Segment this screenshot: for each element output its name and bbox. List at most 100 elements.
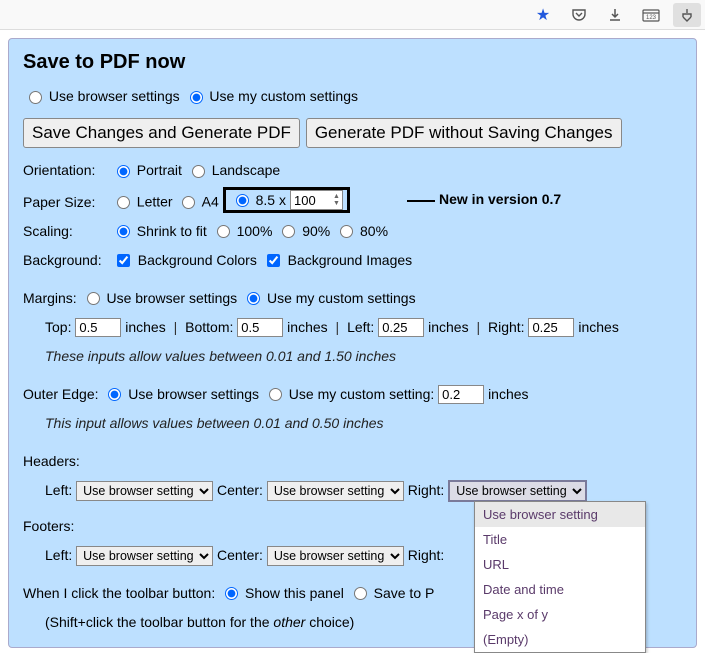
mode-browser-radio[interactable] (29, 91, 42, 104)
paper-custom-radio[interactable] (236, 194, 249, 207)
outer-label: Outer Edge: (23, 386, 99, 402)
landscape-label: Landscape (212, 162, 281, 178)
paper-custom-spinner[interactable]: ▲▼ (290, 190, 343, 210)
scale-shrink-label: Shrink to fit (137, 223, 207, 239)
unit-label: inches (125, 319, 165, 335)
header-right-dropdown[interactable]: Use browser setting Title URL Date and t… (474, 501, 646, 653)
dropdown-item[interactable]: Page x of y (475, 602, 645, 627)
dropdown-item[interactable]: (Empty) (475, 627, 645, 652)
callout-line (407, 200, 435, 202)
header-left-label: Left: (45, 482, 72, 498)
pocket-icon[interactable] (565, 3, 593, 27)
margin-left-input[interactable] (378, 318, 424, 337)
header-left-select[interactable]: Use browser setting (76, 481, 213, 501)
callout-text: New in version 0.7 (439, 191, 561, 207)
margins-label: Margins: (23, 290, 77, 306)
unit-label: inches (488, 386, 528, 402)
unit-label: inches (287, 319, 327, 335)
header-center-select[interactable]: Use browser setting (267, 481, 404, 501)
panel-title: Save to PDF now (23, 51, 682, 74)
footer-left-select[interactable]: Use browser setting (76, 546, 213, 566)
background-row: Background: Background Colors Background… (23, 248, 682, 272)
margin-top-label: Top: (45, 319, 71, 335)
margin-bottom-input[interactable] (237, 318, 283, 337)
outer-edge-row: Outer Edge: Use browser settings Use my … (23, 382, 682, 406)
dropdown-item[interactable]: Title (475, 527, 645, 552)
mode-custom-radio[interactable] (190, 91, 203, 104)
bg-images-checkbox[interactable] (267, 254, 280, 267)
margins-values-row: Top: inches | Bottom: inches | Left: inc… (45, 315, 682, 339)
tbclick-save-label: Save to P (374, 585, 435, 601)
unit-label: inches (428, 319, 468, 335)
header-right-label: Right: (408, 482, 445, 498)
orientation-label: Orientation: (23, 158, 107, 182)
tbclick-save-radio[interactable] (354, 587, 367, 600)
download-icon[interactable] (601, 3, 629, 27)
outer-note: This input allows values between 0.01 an… (45, 411, 682, 435)
portrait-radio[interactable] (117, 165, 130, 178)
outer-custom-radio[interactable] (269, 388, 282, 401)
scale-80-radio[interactable] (340, 225, 353, 238)
paper-a4-label: A4 (202, 194, 219, 210)
footer-left-label: Left: (45, 547, 72, 563)
headers-label-row: Headers: (23, 449, 682, 473)
scale-shrink-radio[interactable] (117, 225, 130, 238)
margin-left-label: Left: (347, 319, 374, 335)
paper-size-row: Paper Size: Letter A4 8.5 x ▲▼ (23, 187, 682, 214)
browser-toolbar: ★ 123 (0, 0, 705, 30)
save-and-generate-button[interactable]: Save Changes and Generate PDF (23, 118, 300, 148)
extension-icon[interactable] (673, 3, 701, 27)
margins-note: These inputs allow values between 0.01 a… (45, 344, 682, 368)
background-label: Background: (23, 248, 107, 272)
tbclick-show-radio[interactable] (225, 587, 238, 600)
footer-right-label: Right: (408, 547, 445, 563)
margin-bottom-label: Bottom: (185, 319, 233, 335)
landscape-radio[interactable] (192, 165, 205, 178)
footer-center-label: Center: (217, 547, 263, 563)
paper-custom-box: 8.5 x ▲▼ (223, 187, 350, 213)
scale-100-label: 100% (237, 223, 273, 239)
margins-custom-label: Use my custom settings (267, 290, 416, 306)
margins-browser-radio[interactable] (87, 292, 100, 305)
paper-label: Paper Size: (23, 190, 107, 214)
mode-custom-label: Use my custom settings (209, 88, 358, 104)
dropdown-item[interactable]: Use browser setting (475, 502, 645, 527)
bg-images-label: Background Images (288, 252, 413, 268)
bookmark-star-icon[interactable]: ★ (529, 3, 557, 27)
settings-mode-row: Use browser settings Use my custom setti… (23, 84, 682, 108)
dropdown-item[interactable]: URL (475, 552, 645, 577)
scaling-row: Scaling: Shrink to fit 100% 90% 80% (23, 219, 682, 243)
margins-custom-radio[interactable] (247, 292, 260, 305)
action-buttons-row: Save Changes and Generate PDF Generate P… (23, 118, 682, 148)
unit-label: inches (578, 319, 618, 335)
mode-browser-label: Use browser settings (49, 88, 180, 104)
margin-top-input[interactable] (75, 318, 121, 337)
paper-letter-radio[interactable] (117, 196, 130, 209)
outer-custom-label: Use my custom setting: (289, 386, 435, 402)
dropdown-item[interactable]: Date and time (475, 577, 645, 602)
header-right-select[interactable]: Use browser setting (448, 480, 587, 502)
margins-row: Margins: Use browser settings Use my cus… (23, 286, 682, 310)
outer-browser-label: Use browser settings (128, 386, 259, 402)
spinner-arrows-icon[interactable]: ▲▼ (333, 193, 342, 207)
save-to-pdf-panel: Save to PDF now Use browser settings Use… (8, 38, 697, 648)
calendar-123-icon[interactable]: 123 (637, 3, 665, 27)
scale-100-radio[interactable] (217, 225, 230, 238)
tbclick-show-label: Show this panel (245, 585, 344, 601)
bg-colors-checkbox[interactable] (117, 254, 130, 267)
paper-a4-radio[interactable] (182, 196, 195, 209)
orientation-row: Orientation: Portrait Landscape (23, 158, 682, 182)
scale-90-radio[interactable] (282, 225, 295, 238)
outer-browser-radio[interactable] (108, 388, 121, 401)
margin-right-label: Right: (488, 319, 525, 335)
scale-90-label: 90% (302, 223, 330, 239)
paper-letter-label: Letter (137, 194, 173, 210)
footer-center-select[interactable]: Use browser setting (267, 546, 404, 566)
margin-right-input[interactable] (528, 318, 574, 337)
scaling-label: Scaling: (23, 219, 107, 243)
headers-selects-row: Left: Use browser setting Center: Use br… (45, 478, 682, 502)
paper-custom-input[interactable] (291, 193, 333, 208)
header-center-label: Center: (217, 482, 263, 498)
outer-value-input[interactable] (438, 385, 484, 404)
generate-no-save-button[interactable]: Generate PDF without Saving Changes (306, 118, 622, 148)
